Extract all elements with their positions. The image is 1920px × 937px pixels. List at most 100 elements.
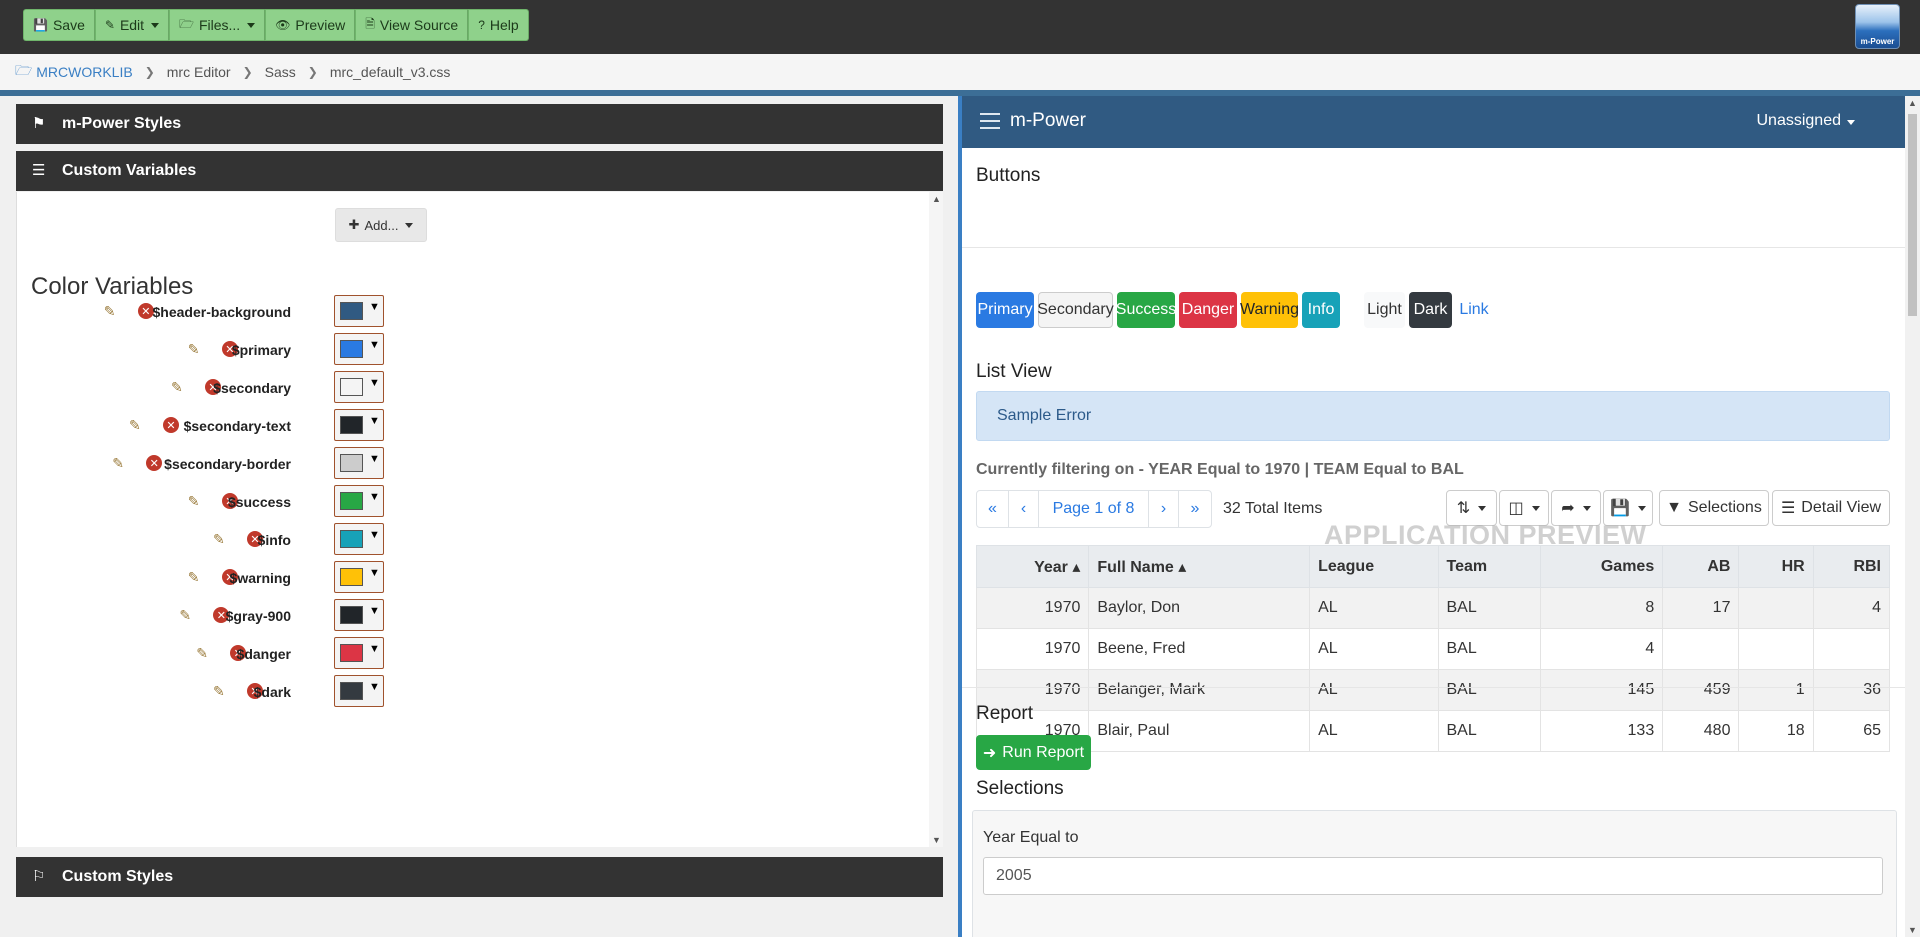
chevron-down-icon xyxy=(1847,120,1855,125)
selections-button[interactable]: ▼ Selections xyxy=(1659,490,1769,526)
help-button[interactable]: ? Help xyxy=(468,9,529,41)
breadcrumb-item-library[interactable]: MRCWORKLIB xyxy=(36,64,132,80)
pencil-icon[interactable]: ✎ xyxy=(171,379,183,396)
chevron-right-icon: ❯ xyxy=(242,65,253,79)
color-picker[interactable]: ▼ xyxy=(334,295,384,327)
scroll-down-icon[interactable]: ▼ xyxy=(932,835,941,845)
pencil-icon[interactable]: ✎ xyxy=(213,683,225,700)
sample-button-warning[interactable]: Warning xyxy=(1240,292,1299,328)
files-button[interactable]: 🗁 Files... xyxy=(169,9,266,41)
color-swatch xyxy=(340,492,363,510)
table-cell: 133 xyxy=(1539,710,1664,752)
column-header-ab[interactable]: AB xyxy=(1662,545,1740,588)
color-picker[interactable]: ▼ xyxy=(334,637,384,669)
scroll-up-icon[interactable]: ▲ xyxy=(932,194,941,204)
delete-icon[interactable]: ✕ xyxy=(137,303,154,319)
sample-button-secondary[interactable]: Secondary xyxy=(1037,292,1114,328)
delete-icon[interactable]: ✕ xyxy=(146,455,163,471)
pencil-icon[interactable]: ✎ xyxy=(188,493,200,510)
section-header-custom-styles[interactable]: ⚐ Custom Styles xyxy=(16,857,943,897)
next-page-icon[interactable]: › xyxy=(1149,491,1179,527)
scroll-down-icon[interactable]: ▼ xyxy=(1908,925,1917,935)
table-cell: AL xyxy=(1309,628,1439,670)
add-button[interactable]: ✚ Add... xyxy=(335,208,427,242)
color-swatch xyxy=(340,682,363,700)
first-page-icon[interactable]: « xyxy=(977,491,1009,527)
mpower-logo[interactable]: m-Power xyxy=(1855,4,1900,49)
scroll-up-icon[interactable]: ▲ xyxy=(1908,98,1917,108)
chevron-down-icon: ▼ xyxy=(369,453,380,465)
preview-button[interactable]: 👁 Preview xyxy=(265,9,356,41)
save-button[interactable]: 💾 Save xyxy=(23,9,95,41)
variable-name: $info xyxy=(257,532,291,548)
hamburger-icon[interactable] xyxy=(980,113,1000,129)
sample-button-light[interactable]: Light xyxy=(1364,292,1405,328)
prev-page-icon[interactable]: ‹ xyxy=(1009,491,1039,527)
breadcrumb-item-sass[interactable]: Sass xyxy=(265,64,296,80)
sample-button-info[interactable]: Info xyxy=(1302,292,1340,328)
sample-button-success[interactable]: Success xyxy=(1116,292,1176,328)
color-picker[interactable]: ▼ xyxy=(334,675,384,707)
color-picker[interactable]: ▼ xyxy=(334,371,384,403)
detail-view-button[interactable]: ☰ Detail View xyxy=(1772,490,1890,526)
floppy-icon: 💾 xyxy=(33,18,48,32)
breadcrumb-item-editor[interactable]: mrc Editor xyxy=(167,64,231,80)
pencil-icon[interactable]: ✎ xyxy=(213,531,225,548)
column-header-team[interactable]: Team xyxy=(1437,545,1541,588)
table-row[interactable]: 1970 Blair, Paul AL BAL 133 480 18 65 xyxy=(975,710,1891,752)
table-cell xyxy=(1738,587,1814,629)
pencil-icon[interactable]: ✎ xyxy=(196,645,208,662)
table-row[interactable]: 1970 Beene, Fred AL BAL 4 xyxy=(975,628,1891,670)
color-picker[interactable]: ▼ xyxy=(334,599,384,631)
pencil-icon[interactable]: ✎ xyxy=(112,455,124,472)
sample-button-danger[interactable]: Danger xyxy=(1179,292,1237,328)
delete-icon[interactable]: ✕ xyxy=(163,417,179,433)
section-header-mpower-styles[interactable]: ⚑ m-Power Styles xyxy=(16,104,943,144)
page-indicator[interactable]: Page 1 of 8 xyxy=(1039,491,1149,527)
user-menu[interactable]: Unassigned xyxy=(1757,112,1855,130)
year-selection-input[interactable]: 2005 xyxy=(983,857,1883,895)
color-picker[interactable]: ▼ xyxy=(334,485,384,517)
sample-button-dark[interactable]: Dark xyxy=(1409,292,1452,328)
pencil-icon[interactable]: ✎ xyxy=(179,607,191,624)
sample-button-primary[interactable]: Primary xyxy=(976,292,1034,328)
flag-outline-icon: ⚐ xyxy=(32,868,46,885)
color-picker[interactable]: ▼ xyxy=(334,333,384,365)
table-row[interactable]: 1970 Baylor, Don AL BAL 8 17 4 xyxy=(975,587,1891,629)
table-row[interactable]: 1970 Belanger, Mark AL BAL 145 459 1 36 xyxy=(975,669,1891,711)
color-swatch xyxy=(340,302,363,320)
sample-button-link[interactable]: Link xyxy=(1456,292,1492,328)
column-header-rbi[interactable]: RBI xyxy=(1812,545,1891,588)
column-header-league[interactable]: League xyxy=(1309,545,1439,588)
view-source-button[interactable]: 🗎 View Source xyxy=(355,9,469,41)
color-picker[interactable]: ▼ xyxy=(334,409,384,441)
edit-button[interactable]: ✎ Edit xyxy=(94,9,170,41)
color-picker[interactable]: ▼ xyxy=(334,523,384,555)
pencil-icon[interactable]: ✎ xyxy=(188,569,200,586)
pencil-icon[interactable]: ✎ xyxy=(104,303,116,320)
section-header-custom-variables[interactable]: ☰ Custom Variables xyxy=(16,151,943,191)
column-header-games[interactable]: Games xyxy=(1539,545,1664,588)
table-cell xyxy=(1738,628,1814,670)
list-icon: ☰ xyxy=(32,162,46,179)
color-picker[interactable]: ▼ xyxy=(334,561,384,593)
variable-name: $secondary-border xyxy=(164,456,291,472)
preview-scrollbar[interactable]: ▲ ▼ xyxy=(1905,96,1920,937)
chevron-down-icon: ▼ xyxy=(369,643,380,655)
sort-asc-icon: ▴ xyxy=(1067,558,1081,576)
column-header-full-name[interactable]: Full Name ▴ xyxy=(1088,545,1311,588)
variable-row: ✎ ✕ $danger ▼ xyxy=(17,635,417,671)
table-cell: BAL xyxy=(1437,628,1541,670)
pencil-icon[interactable]: ✎ xyxy=(129,417,141,434)
column-header-year[interactable]: Year ▴ xyxy=(975,545,1090,588)
scrollbar[interactable]: ▲ ▼ xyxy=(929,192,943,847)
run-report-button[interactable]: ➜ Run Report xyxy=(976,735,1091,770)
color-picker[interactable]: ▼ xyxy=(334,447,384,479)
last-page-icon[interactable]: » xyxy=(1179,491,1211,527)
preview-brand[interactable]: m-Power xyxy=(1010,110,1086,132)
table-cell: AL xyxy=(1309,669,1439,711)
pencil-icon[interactable]: ✎ xyxy=(188,341,200,358)
column-header-hr[interactable]: HR xyxy=(1738,545,1814,588)
chevron-down-icon: ▼ xyxy=(369,491,380,503)
scrollbar-thumb[interactable] xyxy=(1908,114,1917,316)
